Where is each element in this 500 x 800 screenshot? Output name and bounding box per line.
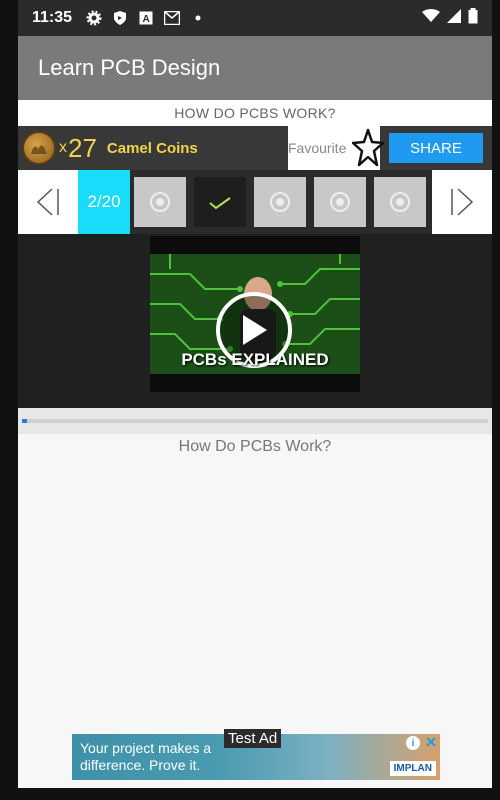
coins-panel: x 27 Camel Coins [18, 126, 288, 170]
status-time: 11:35 [32, 9, 73, 26]
previous-button[interactable] [18, 170, 78, 234]
step-tabs [130, 170, 432, 234]
coin-label: Camel Coins [106, 139, 198, 157]
test-ad-badge: Test Ad [224, 729, 282, 748]
progress-area [18, 408, 492, 434]
signal-icon [446, 8, 462, 29]
video-area: PCBs EXPLAINED [18, 234, 492, 408]
step-tab-4[interactable] [314, 177, 366, 227]
shield-icon [112, 10, 128, 26]
lesson-navigation: 2/20 [18, 170, 492, 234]
step-tab-5[interactable] [374, 177, 426, 227]
next-button[interactable] [432, 170, 492, 234]
wifi-icon [422, 8, 440, 28]
play-icon [243, 315, 267, 345]
status-right-icons [422, 7, 478, 29]
notification-dot-icon [190, 10, 206, 26]
step-tab-3[interactable] [254, 177, 306, 227]
font-a-icon: A [138, 10, 154, 26]
checkmark-icon [209, 197, 231, 210]
progress-fill [22, 419, 27, 423]
system-nav-bar [18, 788, 492, 800]
lesson-screen: HOW DO PCBS WORK? x 27 Camel Coins Favou… [18, 100, 492, 788]
ad-brand: IMPLAN [389, 761, 436, 776]
step-tab-2[interactable] [194, 177, 246, 227]
page-indicator: 2/20 [78, 170, 130, 234]
step-tab-1[interactable] [134, 177, 186, 227]
settings-gear-icon [86, 10, 102, 26]
radio-dot-icon [150, 192, 170, 212]
device-frame: 11:35 A Learn PCB Design HOW DO PCBS WOR… [0, 0, 500, 800]
camel-coin-icon [22, 131, 56, 165]
video-title: PCBs EXPLAINED [181, 350, 329, 369]
app-title: Learn PCB Design [38, 55, 221, 80]
ad-info-icon[interactable]: i [406, 736, 420, 750]
star-outline-icon [352, 128, 384, 167]
lesson-heading: HOW DO PCBS WORK? [18, 100, 492, 126]
favourite-button[interactable]: Favourite [288, 126, 384, 170]
status-bar: 11:35 A [18, 0, 492, 36]
next-arrow-icon [451, 188, 474, 216]
previous-arrow-icon [36, 188, 59, 216]
radio-dot-icon [390, 192, 410, 212]
share-container: SHARE [380, 126, 492, 170]
gmail-icon [164, 10, 181, 26]
ad-close-icon[interactable]: ✕ [425, 734, 437, 751]
share-button[interactable]: SHARE [389, 133, 483, 163]
svg-text:A: A [143, 14, 150, 25]
coin-multiplier: x [59, 139, 67, 156]
radio-dot-icon [330, 192, 350, 212]
video-thumbnail[interactable]: PCBs EXPLAINED [150, 236, 360, 392]
coins-row: x 27 Camel Coins Favourite SHARE [18, 126, 492, 170]
radio-dot-icon [270, 192, 290, 212]
coin-count: 27 [68, 132, 97, 163]
battery-icon [468, 7, 478, 29]
progress-bar [22, 419, 488, 423]
favourite-label: Favourite [288, 140, 347, 156]
lesson-caption: How Do PCBs Work? [178, 438, 332, 455]
app-bar: Learn PCB Design [18, 36, 492, 100]
